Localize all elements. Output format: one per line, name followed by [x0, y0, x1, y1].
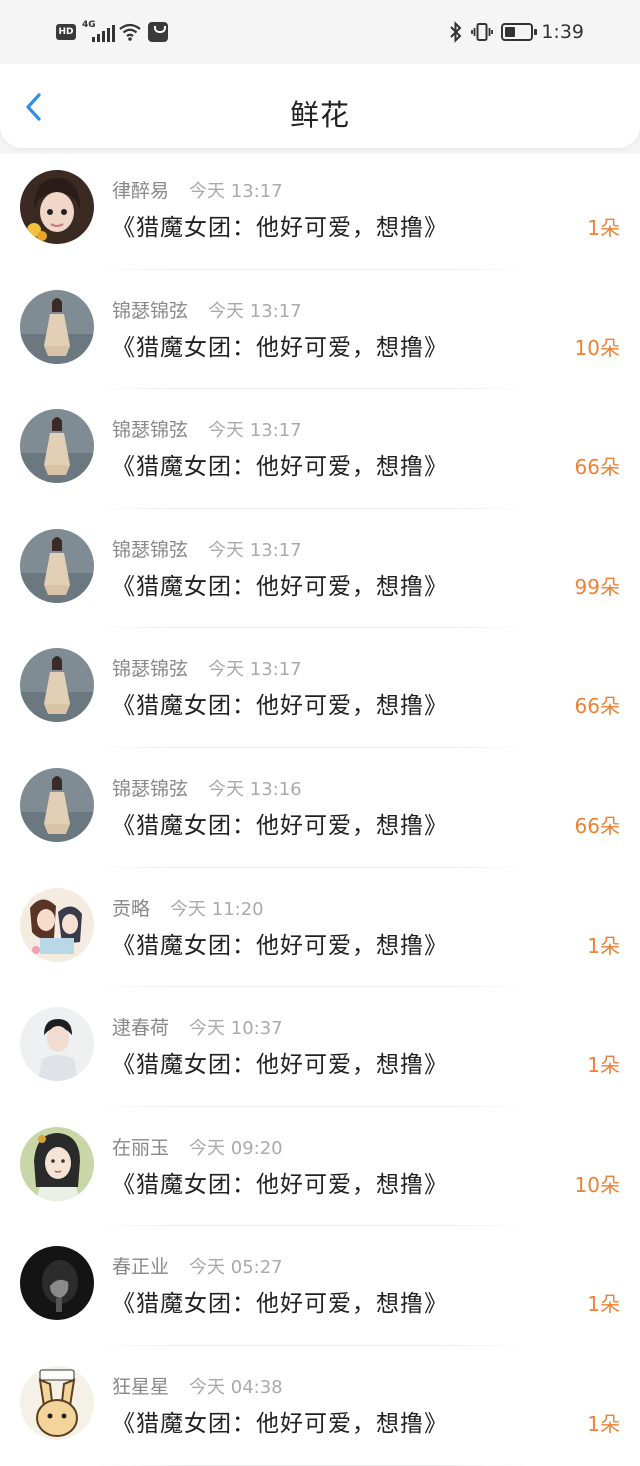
list-item[interactable]: 锦瑟锦弦 今天 13:16 《猎魔女团：他好可爱，想撸》 66朵	[0, 748, 640, 868]
list-item[interactable]: 锦瑟锦弦 今天 13:17 《猎魔女团：他好可爱，想撸》 99朵	[0, 509, 640, 629]
bluetooth-icon	[450, 21, 462, 43]
book-title[interactable]: 《猎魔女团：他好可爱，想撸》	[112, 806, 448, 840]
flower-count: 99朵	[574, 574, 620, 599]
list-item[interactable]: 逮春荷 今天 10:37 《猎魔女团：他好可爱，想撸》 1朵	[0, 987, 640, 1107]
flower-count: 1朵	[587, 216, 620, 240]
timestamp: 今天 13:17	[208, 420, 302, 442]
list-item[interactable]: 狂星星 今天 04:38 《猎魔女团：他好可爱，想撸》 1朵	[0, 1346, 640, 1466]
item-meta: 锦瑟锦弦 今天 13:16	[112, 774, 302, 801]
avatar[interactable]	[20, 648, 94, 723]
timestamp: 今天 09:20	[189, 1137, 283, 1159]
avatar[interactable]	[20, 1007, 94, 1082]
avatar[interactable]	[20, 409, 94, 484]
list-item[interactable]: 贡略 今天 11:20 《猎魔女团：他好可爱，想撸》 1朵	[0, 868, 640, 988]
timestamp: 今天 13:17	[189, 181, 283, 202]
wifi-icon	[119, 23, 141, 41]
avatar[interactable]	[20, 1126, 94, 1201]
flower-gift-list: 律醉易 今天 13:17 《猎魔女团：他好可爱，想撸》 1朵 锦瑟锦弦 今天 1…	[0, 150, 640, 1466]
battery-icon	[501, 23, 538, 41]
avatar[interactable]	[20, 289, 94, 364]
book-title[interactable]: 《猎魔女团：他好可爱，想撸》	[112, 1165, 448, 1199]
user-name[interactable]: 锦瑟锦弦	[112, 296, 188, 323]
book-title[interactable]: 《猎魔女团：他好可爱，想撸》	[112, 1045, 448, 1079]
book-title[interactable]: 《猎魔女团：他好可爱，想撸》	[112, 567, 448, 601]
list-item[interactable]: 在丽玉 今天 09:20 《猎魔女团：他好可爱，想撸》 10朵	[0, 1107, 640, 1227]
user-name[interactable]: 锦瑟锦弦	[112, 774, 188, 801]
book-title[interactable]: 《猎魔女团：他好可爱，想撸》	[112, 1284, 448, 1318]
cellular-signal-icon: 4G	[82, 20, 115, 42]
user-name[interactable]: 锦瑟锦弦	[112, 415, 188, 442]
avatar[interactable]	[20, 170, 94, 244]
list-item[interactable]: 锦瑟锦弦 今天 13:17 《猎魔女团：他好可爱，想撸》 66朵	[0, 389, 640, 509]
item-meta: 锦瑟锦弦 今天 13:17	[112, 535, 302, 562]
item-meta: 锦瑟锦弦 今天 13:17	[112, 654, 302, 681]
item-meta: 在丽玉 今天 09:20	[112, 1133, 283, 1160]
book-title[interactable]: 《猎魔女团：他好可爱，想撸》	[112, 926, 448, 960]
book-title[interactable]: 《猎魔女团：他好可爱，想撸》	[112, 686, 448, 720]
book-title[interactable]: 《猎魔女团：他好可爱，想撸》	[112, 447, 448, 481]
user-name[interactable]: 锦瑟锦弦	[112, 654, 188, 681]
timestamp: 今天 13:17	[208, 659, 302, 681]
item-meta: 律醉易 今天 13:17	[112, 176, 283, 203]
list-item[interactable]: 锦瑟锦弦 今天 13:17 《猎魔女团：他好可爱，想撸》 10朵	[0, 270, 640, 390]
status-time: 1:39	[541, 21, 584, 43]
avatar[interactable]	[20, 1365, 94, 1440]
timestamp: 今天 10:37	[189, 1018, 283, 1040]
page-title: 鲜花	[289, 98, 350, 132]
item-meta: 锦瑟锦弦 今天 13:17	[112, 296, 302, 323]
item-meta: 贡略 今天 11:20	[112, 894, 264, 921]
flower-count: 66朵	[574, 455, 620, 480]
timestamp: 今天 05:27	[189, 1257, 283, 1279]
item-meta: 狂星星 今天 04:38	[112, 1372, 283, 1399]
avatar[interactable]	[20, 1246, 94, 1321]
avatar[interactable]	[20, 767, 94, 842]
flower-count: 1朵	[587, 1292, 620, 1317]
flower-count: 66朵	[574, 813, 620, 838]
list-item[interactable]: 律醉易 今天 13:17 《猎魔女团：他好可爱，想撸》 1朵	[0, 150, 640, 270]
flower-count: 10朵	[574, 1172, 620, 1197]
flower-count: 1朵	[587, 933, 620, 958]
avatar[interactable]	[20, 528, 94, 603]
timestamp: 今天 04:38	[189, 1376, 283, 1398]
status-bar: HD 4G 1:39	[0, 0, 640, 64]
flower-count: 10朵	[574, 335, 620, 360]
item-meta: 逮春荷 今天 10:37	[112, 1013, 283, 1040]
book-title[interactable]: 《猎魔女团：他好可爱，想撸》	[112, 208, 448, 242]
user-name[interactable]: 春正业	[112, 1252, 169, 1279]
timestamp: 今天 13:17	[208, 539, 302, 561]
user-name[interactable]: 狂星星	[112, 1372, 169, 1399]
user-name[interactable]: 逮春荷	[112, 1013, 169, 1040]
user-name[interactable]: 在丽玉	[112, 1133, 169, 1160]
book-title[interactable]: 《猎魔女团：他好可爱，想撸》	[112, 328, 448, 362]
navigation-bar: 鲜花	[0, 64, 640, 148]
shopping-bag-icon	[148, 22, 168, 42]
item-meta: 锦瑟锦弦 今天 13:17	[112, 415, 302, 442]
timestamp: 今天 11:20	[170, 898, 264, 920]
avatar[interactable]	[20, 887, 94, 962]
book-title[interactable]: 《猎魔女团：他好可爱，想撸》	[112, 1404, 448, 1438]
timestamp: 今天 13:16	[208, 778, 302, 800]
flower-count: 1朵	[587, 1053, 620, 1078]
flower-count: 66朵	[574, 694, 620, 719]
list-item[interactable]: 锦瑟锦弦 今天 13:17 《猎魔女团：他好可爱，想撸》 66朵	[0, 628, 640, 748]
flower-count: 1朵	[587, 1411, 620, 1436]
user-name[interactable]: 锦瑟锦弦	[112, 535, 188, 562]
timestamp: 今天 13:17	[208, 300, 302, 322]
vibrate-icon	[471, 23, 494, 41]
item-meta: 春正业 今天 05:27	[112, 1252, 283, 1279]
user-name[interactable]: 律醉易	[112, 176, 169, 203]
list-item[interactable]: 春正业 今天 05:27 《猎魔女团：他好可爱，想撸》 1朵	[0, 1226, 640, 1346]
user-name[interactable]: 贡略	[112, 894, 150, 921]
hd-icon: HD	[56, 24, 76, 40]
